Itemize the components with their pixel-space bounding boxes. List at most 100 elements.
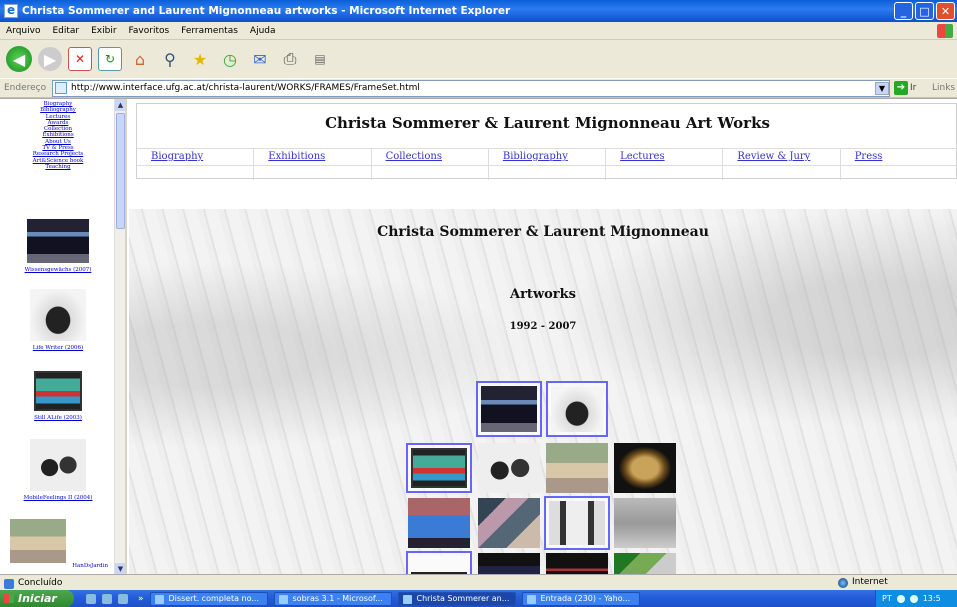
gallery-thumb[interactable]	[406, 443, 472, 493]
language-indicator[interactable]: PT	[882, 594, 892, 603]
work-item-mobile-feelings[interactable]: MobileFeelings II (2004)	[0, 439, 116, 501]
print-icon[interactable]: ⎙	[278, 47, 302, 71]
gallery-thumb[interactable]	[478, 498, 540, 548]
gallery-image[interactable]	[411, 448, 467, 488]
gallery-thumb[interactable]	[546, 381, 608, 437]
links-button[interactable]: Links	[932, 83, 955, 93]
left-link-teaching[interactable]: Teaching	[0, 164, 116, 170]
window-title: Christa Sommerer and Laurent Mignonneau …	[22, 5, 511, 17]
ie-icon	[4, 3, 18, 18]
go-icon[interactable]: ➔	[894, 81, 908, 95]
gallery-thumb[interactable]	[406, 551, 472, 575]
nav-exhibitions[interactable]: Exhibitions	[254, 149, 372, 165]
stop-icon[interactable]: ✕	[68, 47, 92, 71]
gallery-thumb[interactable]	[614, 553, 676, 575]
refresh-icon[interactable]: ↻	[98, 47, 122, 71]
gallery-image[interactable]	[478, 443, 540, 493]
tray-icon[interactable]	[896, 594, 905, 603]
scrollbar-thumb[interactable]	[116, 113, 125, 229]
work-thumbnail[interactable]	[30, 439, 86, 491]
history-icon[interactable]: ◷	[218, 47, 242, 71]
work-thumbnail[interactable]	[34, 371, 82, 411]
work-label[interactable]: HanDsJardin	[72, 563, 108, 569]
work-label[interactable]: Life Writer (2006)	[33, 345, 83, 351]
window-title-bar[interactable]: Christa Sommerer and Laurent Mignonneau …	[0, 0, 957, 22]
gallery-image[interactable]	[411, 556, 467, 575]
quick-launch-icon[interactable]	[86, 593, 96, 604]
work-label[interactable]: Wissensgewächs (2007)	[25, 267, 92, 273]
taskbar-item-active[interactable]: Christa Sommerer an...	[397, 591, 516, 606]
tray-icon[interactable]	[909, 594, 918, 603]
gallery-image[interactable]	[614, 498, 676, 548]
clock: 13:5	[922, 594, 941, 603]
work-item-wissensgewaechs[interactable]: Wissensgewächs (2007)	[0, 219, 116, 273]
site-title: Christa Sommerer & Laurent Mignonneau Ar…	[325, 114, 770, 132]
gallery-image[interactable]	[478, 553, 540, 575]
gallery-image[interactable]	[549, 501, 605, 545]
forward-icon[interactable]: ▶	[38, 47, 62, 71]
work-item-handsjardin[interactable]: HanDsJardin	[0, 519, 116, 569]
gallery-thumb[interactable]	[478, 553, 540, 575]
nav-biography[interactable]: Biography	[137, 149, 255, 165]
gallery-image[interactable]	[551, 386, 603, 432]
quick-launch	[86, 593, 128, 604]
edit-icon[interactable]: ▤	[308, 47, 332, 71]
menu-editar[interactable]: Editar	[46, 26, 85, 36]
gallery-image[interactable]	[546, 443, 608, 493]
header-box: Christa Sommerer & Laurent Mignonneau Ar…	[136, 103, 957, 180]
gallery-image[interactable]	[478, 498, 540, 548]
taskbar-item[interactable]: Entrada (230) - Yaho...	[521, 591, 640, 606]
gallery-thumb[interactable]	[544, 496, 610, 550]
work-thumbnail[interactable]	[30, 289, 86, 341]
quick-launch-icon[interactable]	[102, 593, 112, 604]
nav-press[interactable]: Press	[841, 149, 957, 165]
mail-icon[interactable]: ✉	[248, 47, 272, 71]
menu-exibir[interactable]: Exibir	[85, 26, 122, 36]
taskbar-item[interactable]: Dissert. completa no...	[149, 591, 268, 606]
work-label[interactable]: MobileFeelings II (2004)	[24, 495, 93, 501]
menu-favoritos[interactable]: Favoritos	[123, 26, 176, 36]
favorites-icon[interactable]: ★	[188, 47, 212, 71]
scroll-up-icon[interactable]: ▲	[115, 99, 125, 111]
menu-ajuda[interactable]: Ajuda	[244, 26, 282, 36]
menu-ferramentas[interactable]: Ferramentas	[175, 26, 244, 36]
gallery-thumb[interactable]	[614, 443, 676, 493]
taskbar-item[interactable]: sobras 3.1 - Microsof...	[273, 591, 392, 606]
work-label[interactable]: Still ALife (2003)	[34, 415, 82, 421]
address-input[interactable]: http://www.interface.ufg.ac.at/christa-l…	[52, 79, 890, 97]
menu-arquivo[interactable]: Arquivo	[0, 26, 46, 36]
nav-review-jury[interactable]: Review & Jury	[723, 149, 841, 165]
nav-lectures[interactable]: Lectures	[606, 149, 724, 165]
quick-launch-icon[interactable]	[118, 593, 128, 604]
minimize-button[interactable]: _	[894, 2, 913, 20]
gallery-image[interactable]	[408, 498, 470, 548]
gallery-image[interactable]	[614, 553, 676, 575]
nav-bibliography[interactable]: Bibliography	[489, 149, 607, 165]
work-item-still-alife[interactable]: Still ALife (2003)	[0, 371, 116, 421]
address-dropdown-icon[interactable]: ▼	[875, 81, 889, 95]
gallery-thumb[interactable]	[476, 381, 542, 437]
gallery-thumb[interactable]	[478, 443, 540, 493]
nav-collections[interactable]: Collections	[372, 149, 489, 165]
gallery-image[interactable]	[614, 443, 676, 493]
home-icon[interactable]: ⌂	[128, 47, 152, 71]
gallery-image[interactable]	[481, 386, 537, 432]
status-text: Concluído	[0, 578, 62, 589]
close-button[interactable]: ✕	[936, 2, 955, 20]
gallery-thumb[interactable]	[408, 498, 470, 548]
left-nav-list: Biography Bibliography Lectures Awards C…	[0, 101, 116, 170]
gallery-image[interactable]	[546, 553, 608, 575]
back-icon[interactable]: ◀	[6, 46, 32, 72]
gallery-thumb[interactable]	[614, 498, 676, 548]
maximize-button[interactable]: □	[915, 2, 934, 20]
work-thumbnail[interactable]	[10, 519, 66, 563]
search-icon[interactable]: ⚲	[158, 47, 182, 71]
go-button[interactable]: Ir	[910, 83, 916, 93]
start-button[interactable]: Iniciar	[0, 590, 74, 607]
gallery-thumb[interactable]	[546, 443, 608, 493]
left-scrollbar[interactable]: ▲ ▼	[114, 99, 125, 575]
gallery-thumb[interactable]	[546, 553, 608, 575]
quick-launch-more[interactable]: »	[138, 594, 144, 604]
work-thumbnail[interactable]	[27, 219, 89, 263]
work-item-life-writer[interactable]: Life Writer (2006)	[0, 289, 116, 351]
